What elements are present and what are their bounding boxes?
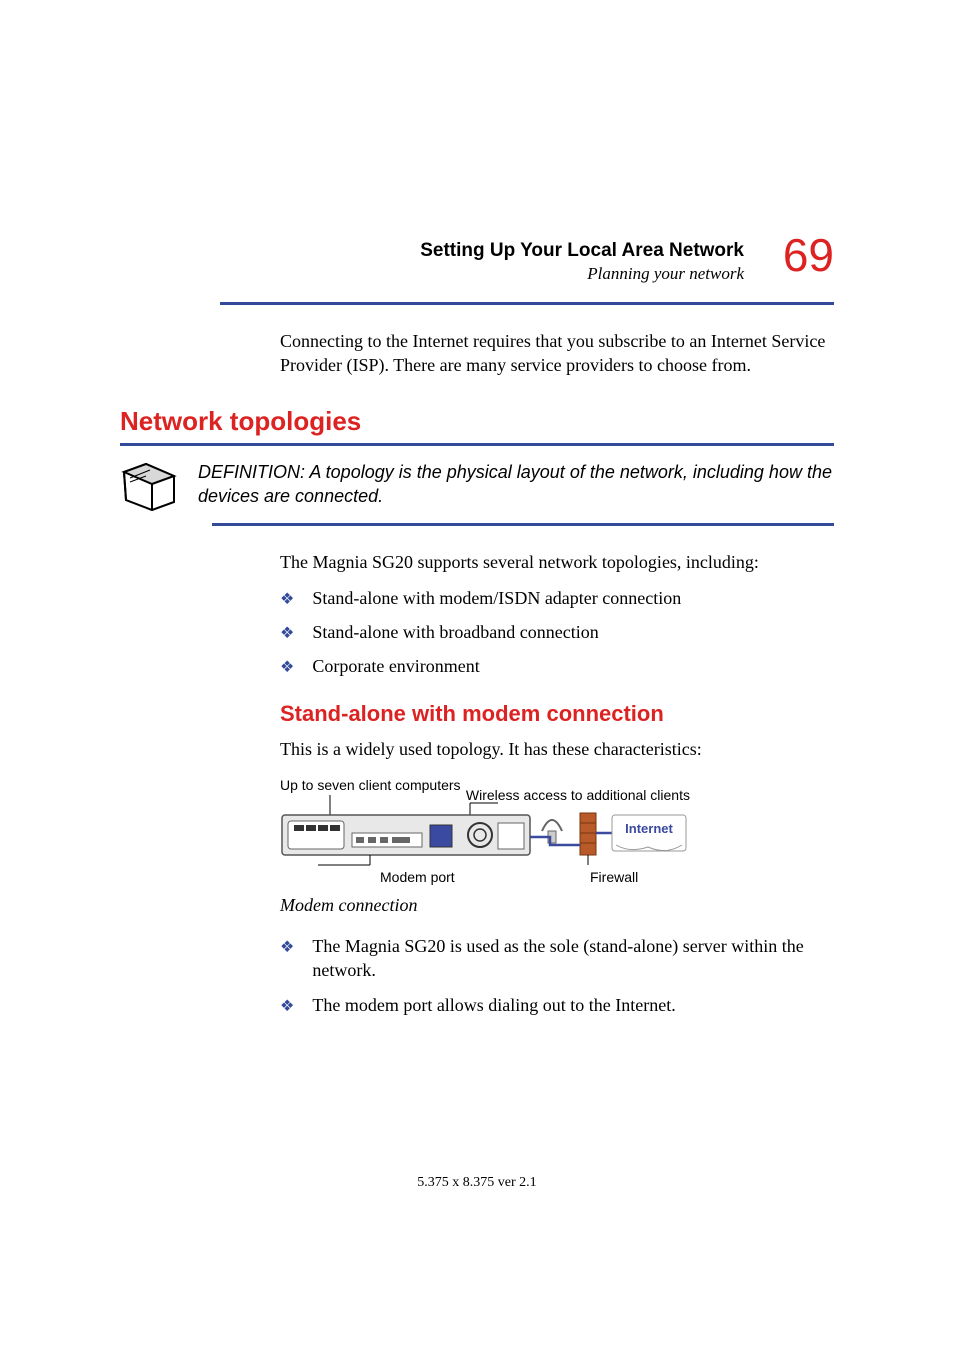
definition-block: DEFINITION: A topology is the physical l… <box>120 460 834 515</box>
list-item: ❖ Stand-alone with broadband connection <box>280 620 834 644</box>
h2-intro-paragraph: This is a widely used topology. It has t… <box>280 737 834 761</box>
diagram-label-clients: Up to seven client computers <box>280 777 461 793</box>
bullet-icon: ❖ <box>280 657 294 681</box>
heading-network-topologies: Network topologies <box>120 406 834 437</box>
page-footer: 5.375 x 8.375 ver 2.1 <box>0 1175 954 1191</box>
bullet-icon: ❖ <box>280 937 294 986</box>
list-item-text: Stand-alone with modem/ISDN adapter conn… <box>312 586 681 610</box>
list-item-text: Stand-alone with broadband connection <box>312 620 598 644</box>
list-item-text: The Magnia SG20 is used as the sole (sta… <box>312 934 834 983</box>
internet-label: Internet <box>625 821 673 836</box>
list-item: ❖ The Magnia SG20 is used as the sole (s… <box>280 934 834 983</box>
supports-paragraph: The Magnia SG20 supports several network… <box>280 550 834 574</box>
network-diagram-svg: Internet <box>280 795 690 867</box>
bullet-icon: ❖ <box>280 996 294 1020</box>
header-divider <box>220 302 834 305</box>
list-item: ❖ The modem port allows dialing out to t… <box>280 993 834 1017</box>
definition-text: DEFINITION: A topology is the physical l… <box>198 460 834 509</box>
bullet-icon: ❖ <box>280 589 294 613</box>
heading-divider <box>120 443 834 446</box>
intro-paragraph: Connecting to the Internet requires that… <box>280 329 834 378</box>
diagram-caption: Modem connection <box>280 895 834 916</box>
heading-standalone-modem: Stand-alone with modem connection <box>280 701 834 727</box>
book-icon <box>120 460 180 515</box>
chapter-title: Setting Up Your Local Area Network <box>220 240 744 262</box>
diagram-label-modem-port: Modem port <box>380 869 455 885</box>
list-item-text: Corporate environment <box>312 654 479 678</box>
list-item-text: The modem port allows dialing out to the… <box>312 993 675 1017</box>
diagram-label-wireless: Wireless access to additional clients <box>466 787 690 803</box>
diagram-label-firewall: Firewall <box>590 869 638 885</box>
list-item: ❖ Corporate environment <box>280 654 834 678</box>
list-item: ❖ Stand-alone with modem/ISDN adapter co… <box>280 586 834 610</box>
characteristics-list: ❖ The Magnia SG20 is used as the sole (s… <box>280 934 834 1017</box>
modem-connection-diagram: Up to seven client computers Wireless ac… <box>280 777 690 889</box>
bullet-icon: ❖ <box>280 623 294 647</box>
page-number: 69 <box>783 232 834 278</box>
topology-list: ❖ Stand-alone with modem/ISDN adapter co… <box>280 586 834 679</box>
page-header: Setting Up Your Local Area Network Plann… <box>220 240 834 305</box>
section-subtitle: Planning your network <box>220 264 744 284</box>
definition-divider <box>212 523 834 526</box>
